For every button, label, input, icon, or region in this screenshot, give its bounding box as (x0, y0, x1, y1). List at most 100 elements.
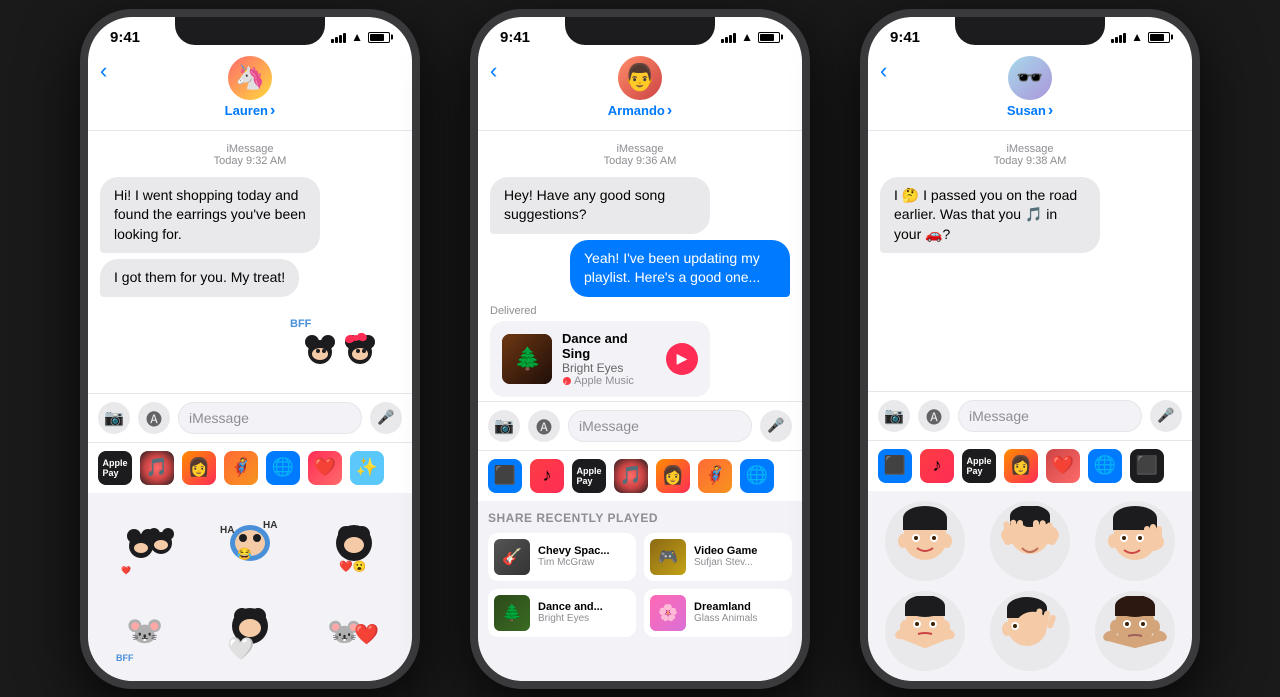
memoji-item[interactable] (1095, 591, 1175, 671)
black-icon-3[interactable]: ⬛ (1130, 449, 1164, 483)
sticker-item[interactable]: ❤️😮 (306, 503, 402, 583)
char-icon-3[interactable]: 👩 (1004, 449, 1038, 483)
svg-text:❤️😮: ❤️😮 (339, 560, 366, 573)
char-icon-2[interactable]: 👩 (656, 459, 690, 493)
cartoon-icon-2[interactable]: 🦸 (698, 459, 732, 493)
rp-info: Dreamland Glass Animals (694, 601, 757, 624)
music-icon-3[interactable]: ♪ (920, 449, 954, 483)
bubble-received: I 🤔 I passed you on the road earlier. Wa… (880, 177, 1100, 254)
message-row: I 🤔 I passed you on the road earlier. Wa… (880, 177, 1180, 254)
timestamp-1: iMessageToday 9:32 AM (100, 143, 400, 167)
back-button-3[interactable]: ‹ (880, 58, 887, 84)
bubble-received: I got them for you. My treat! (100, 259, 299, 297)
messages-area-2: iMessageToday 9:36 AM Hey! Have any good… (478, 131, 802, 401)
sticker-item[interactable]: 🐭 ❤️ (306, 591, 402, 671)
message-row: Yeah! I've been updating my playlist. He… (490, 240, 790, 297)
audio-button-2[interactable]: 🎤 (760, 410, 792, 442)
signal-icon-3 (1111, 32, 1126, 43)
avatar-2[interactable]: 👨 (618, 56, 662, 100)
cartoon-icon-1[interactable]: 🦸 (224, 451, 258, 485)
camera-button-3[interactable]: 📷 (878, 400, 910, 432)
memoji-item[interactable] (885, 501, 965, 581)
apps-button-3[interactable]: 🅐 (918, 400, 950, 432)
back-button-1[interactable]: ‹ (100, 58, 107, 84)
apay-icon-3[interactable]: ApplePay (962, 449, 996, 483)
timestamp-2: iMessageToday 9:36 AM (490, 143, 790, 167)
memoji-item[interactable] (1095, 501, 1175, 581)
camera-button-1[interactable]: 📷 (98, 402, 130, 434)
swirl-icon-1[interactable]: ✨ (350, 451, 384, 485)
svg-text:❤️: ❤️ (121, 566, 131, 575)
status-bar-2: 9:41 ▲ (478, 17, 802, 50)
rp-item[interactable]: 🎮 Video Game Sufjan Stev... (644, 533, 792, 581)
rp-item[interactable]: 🎸 Chevy Spac... Tim McGraw (488, 533, 636, 581)
battery-icon-1 (368, 32, 390, 43)
sticker-item[interactable]: 🤍 (202, 591, 298, 671)
wifi-icon-3: ▲ (1131, 30, 1143, 44)
globe-icon-1[interactable]: 🌐 (266, 451, 300, 485)
music-icon-2[interactable]: ♪ (530, 459, 564, 493)
message-row: Hi! I went shopping today and found the … (100, 177, 400, 254)
sticker-item[interactable]: 😂 HA HA (202, 503, 298, 583)
apps-button-1[interactable]: 🅐 (138, 402, 170, 434)
svg-text:♪: ♪ (564, 380, 567, 386)
avatar-3[interactable]: 🕶️ (1008, 56, 1052, 100)
memoji-item[interactable] (990, 591, 1070, 671)
blue-app-icon-2[interactable]: ⬛ (488, 459, 522, 493)
battery-icon-3 (1148, 32, 1170, 43)
message-input-1[interactable]: iMessage (178, 402, 362, 434)
char-icon-1[interactable]: 👩 (182, 451, 216, 485)
status-icons-3: ▲ (1111, 30, 1170, 44)
sticker-item[interactable]: 🐭 BFF (98, 591, 194, 671)
memoji-item[interactable] (885, 591, 965, 671)
music-disc-icon-2[interactable]: 🎵 (614, 459, 648, 493)
camera-button-2[interactable]: 📷 (488, 410, 520, 442)
wifi-icon-1: ▲ (351, 30, 363, 44)
app-strip-3: ⬛ ♪ ApplePay 👩 ❤️ 🌐 ⬛ (868, 440, 1192, 491)
rp-artist: Tim McGraw (538, 557, 610, 568)
audio-button-3[interactable]: 🎤 (1150, 400, 1182, 432)
sticker-item[interactable]: ❤️ (98, 503, 194, 583)
rp-item[interactable]: 🌲 Dance and... Bright Eyes (488, 589, 636, 637)
rp-artwork: 🌸 (650, 595, 686, 631)
svg-text:❤️: ❤️ (354, 623, 379, 646)
music-source: ♪ Apple Music (562, 375, 656, 387)
globe-icon-3[interactable]: 🌐 (1088, 449, 1122, 483)
globe-icon-2[interactable]: 🌐 (740, 459, 774, 493)
apps-button-2[interactable]: 🅐 (528, 410, 560, 442)
heart-icon-1[interactable]: ❤️ (308, 451, 342, 485)
phone-2: 9:41 ▲ ‹ 👨 Arman (445, 0, 835, 697)
heart-icon-3[interactable]: ❤️ (1046, 449, 1080, 483)
contact-name-3[interactable]: Susan (1007, 102, 1053, 120)
blue-app-icon-3[interactable]: ⬛ (878, 449, 912, 483)
phone-frame-3: 9:41 ▲ ‹ 🕶️ Susa (860, 9, 1200, 689)
time-1: 9:41 (110, 29, 140, 46)
avatar-1[interactable]: 🦄 (228, 56, 272, 100)
app-strip-1: ApplePay 🎵 👩 🦸 🌐 ❤️ ✨ (88, 442, 412, 493)
rp-artwork: 🌲 (494, 595, 530, 631)
sticker-1: BFF (100, 307, 400, 393)
chat-header-1: ‹ 🦄 Lauren (88, 50, 412, 131)
apay-icon-1[interactable]: ApplePay (98, 451, 132, 485)
apay-icon-2[interactable]: ApplePay (572, 459, 606, 493)
bubble-sent: Yeah! I've been updating my playlist. He… (570, 240, 790, 297)
message-row: Delivered (490, 303, 790, 397)
contact-name-2[interactable]: Armando (608, 102, 672, 120)
music-card[interactable]: 🌲 Dance and Sing Bright Eyes ♪ Apple Mus… (490, 321, 710, 397)
audio-button-1[interactable]: 🎤 (370, 402, 402, 434)
message-input-3[interactable]: iMessage (958, 400, 1142, 432)
svg-text:HA: HA (220, 525, 234, 536)
rp-title: Dance and... (538, 601, 603, 613)
memoji-item[interactable] (990, 501, 1070, 581)
time-2: 9:41 (500, 29, 530, 46)
messages-area-1: iMessageToday 9:32 AM Hi! I went shoppin… (88, 131, 412, 393)
rp-artwork: 🎸 (494, 539, 530, 575)
back-button-2[interactable]: ‹ (490, 58, 497, 84)
play-button[interactable]: ▶ (666, 343, 698, 375)
contact-name-1[interactable]: Lauren (225, 102, 276, 120)
music-disc-icon-1[interactable]: 🎵 (140, 451, 174, 485)
message-input-2[interactable]: iMessage (568, 410, 752, 442)
rp-item[interactable]: 🌸 Dreamland Glass Animals (644, 589, 792, 637)
delivered-2: Delivered (490, 305, 536, 317)
status-icons-1: ▲ (331, 30, 390, 44)
